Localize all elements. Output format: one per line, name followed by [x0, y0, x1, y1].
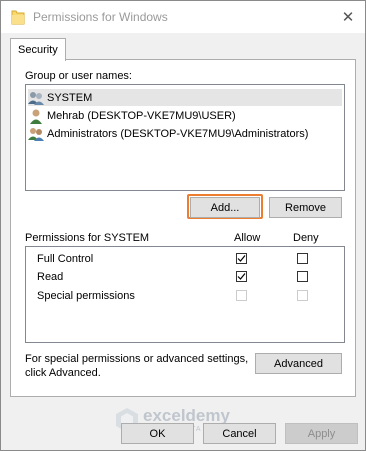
list-item-mehrab[interactable]: Mehrab (DESKTOP-VKE7MU9\USER): [28, 107, 236, 124]
checkmark-icon: [237, 255, 246, 262]
user-list[interactable]: SYSTEM Mehrab (DESKTOP-VKE7MU9\USER) Adm…: [25, 84, 345, 191]
group-label: Group or user names:: [25, 70, 132, 82]
list-item-administrators[interactable]: Administrators (DESKTOP-VKE7MU9\Administ…: [28, 125, 308, 142]
tab-label: Security: [18, 44, 58, 56]
title-bar: Permissions for Windows ✕: [1, 1, 365, 33]
user-name: Administrators (DESKTOP-VKE7MU9\Administ…: [47, 127, 309, 140]
list-item-system[interactable]: SYSTEM: [28, 89, 342, 106]
ok-button[interactable]: OK: [121, 423, 194, 444]
cancel-button[interactable]: Cancel: [203, 423, 276, 444]
deny-special-checkbox: [297, 290, 308, 301]
deny-full-control-checkbox[interactable]: [297, 253, 308, 264]
window-title: Permissions for Windows: [33, 10, 168, 24]
ok-button-label: OK: [149, 427, 166, 440]
advanced-button-label: Advanced: [274, 357, 323, 370]
advanced-hint-line2: click Advanced.: [25, 367, 101, 379]
permission-name: Special permissions: [37, 290, 135, 302]
checkmark-icon: [237, 273, 246, 280]
user-name: Mehrab (DESKTOP-VKE7MU9\USER): [47, 109, 236, 122]
add-button-label: Add...: [210, 201, 240, 214]
apply-button-label: Apply: [307, 427, 336, 440]
user-name: SYSTEM: [47, 91, 93, 104]
advanced-button[interactable]: Advanced: [255, 353, 342, 374]
folder-icon: [11, 10, 25, 25]
allow-special-checkbox: [236, 290, 247, 301]
cancel-button-label: Cancel: [222, 427, 257, 440]
allow-read-checkbox[interactable]: [236, 271, 247, 282]
close-button[interactable]: ✕: [337, 6, 359, 28]
permission-name: Read: [37, 271, 64, 283]
users-group-icon: [28, 91, 44, 105]
remove-button-label: Remove: [285, 201, 326, 214]
remove-button[interactable]: Remove: [269, 197, 342, 218]
add-button[interactable]: Add...: [190, 197, 260, 218]
advanced-hint-line1: For special permissions or advanced sett…: [25, 353, 249, 365]
deny-read-checkbox[interactable]: [297, 271, 308, 282]
tab-security[interactable]: Security: [10, 38, 66, 61]
close-icon: ✕: [341, 9, 355, 26]
permissions-label: Permissions for SYSTEM: [25, 232, 150, 244]
permissions-dialog: Permissions for Windows ✕ Security Group…: [0, 0, 366, 451]
deny-header: Deny: [293, 232, 319, 244]
user-icon: [30, 109, 42, 124]
users-group-icon: [28, 127, 44, 141]
allow-header: Allow: [234, 232, 261, 244]
allow-full-control-checkbox[interactable]: [236, 253, 247, 264]
permission-name: Full Control: [37, 253, 94, 265]
apply-button: Apply: [285, 423, 358, 444]
